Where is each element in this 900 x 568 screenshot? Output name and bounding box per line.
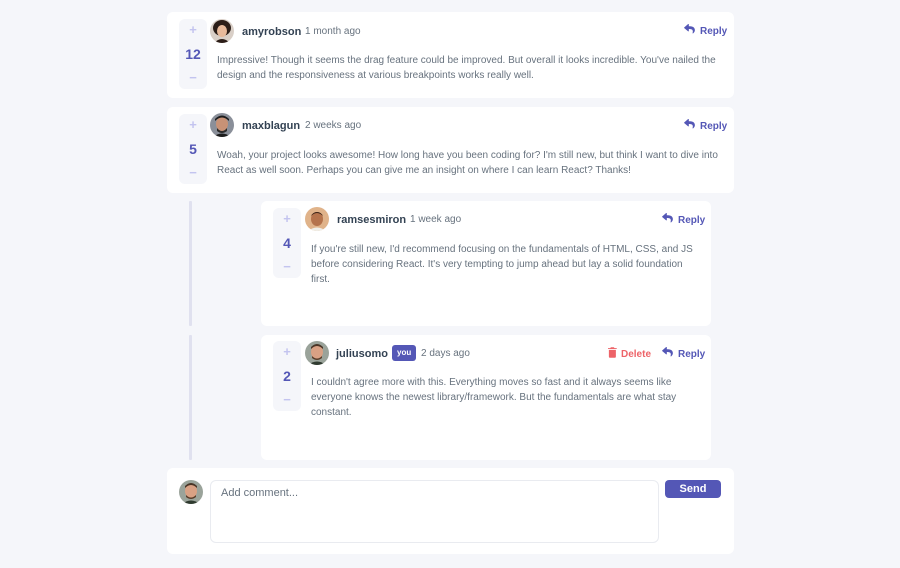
current-user-avatar <box>179 480 203 504</box>
comment-text: If you're still new, I'd recommend focus… <box>311 244 693 285</box>
thread-line <box>189 201 192 326</box>
username[interactable]: maxblagun <box>242 119 300 133</box>
username[interactable]: amyrobson <box>242 25 301 39</box>
reply-label: Reply <box>700 25 728 37</box>
timestamp: 2 days ago <box>421 348 470 359</box>
reply-label: Reply <box>678 348 706 360</box>
vote-widget: + 5 − <box>179 114 207 184</box>
reply-button[interactable]: Reply <box>662 347 705 362</box>
send-button[interactable]: Send <box>665 480 721 498</box>
comment-text: Woah, your project looks awesome! How lo… <box>217 150 718 176</box>
you-badge: you <box>392 345 417 361</box>
reply-button[interactable]: Reply <box>684 24 727 39</box>
score: 2 <box>283 368 291 384</box>
reply-button[interactable]: Reply <box>684 119 727 134</box>
score: 12 <box>185 46 201 62</box>
vote-widget: + 12 − <box>179 19 207 89</box>
comment-text: I couldn't agree more with this. Everyth… <box>311 377 677 418</box>
upvote-button[interactable]: + <box>189 118 197 132</box>
reply-icon <box>662 347 673 362</box>
upvote-button[interactable]: + <box>283 345 291 359</box>
avatar <box>305 341 329 365</box>
downvote-button[interactable]: − <box>283 393 291 407</box>
username[interactable]: juliusomo <box>336 347 388 361</box>
timestamp: 1 month ago <box>305 26 361 37</box>
score: 4 <box>283 235 291 251</box>
reply-icon <box>684 119 695 134</box>
reply-button[interactable]: Reply <box>662 213 705 228</box>
reply-label: Reply <box>700 120 728 132</box>
delete-label: Delete <box>621 349 652 360</box>
reply-icon <box>684 24 695 39</box>
downvote-button[interactable]: − <box>283 260 291 274</box>
avatar <box>210 113 234 137</box>
downvote-button[interactable]: − <box>189 71 197 85</box>
delete-button[interactable]: Delete <box>608 347 651 363</box>
comment-text: Impressive! Though it seems the drag fea… <box>217 55 716 81</box>
trash-icon <box>608 347 617 363</box>
upvote-button[interactable]: + <box>283 212 291 226</box>
timestamp: 2 weeks ago <box>305 120 362 131</box>
timestamp: 1 week ago <box>410 214 462 225</box>
avatar <box>305 207 329 231</box>
add-comment-input[interactable] <box>210 480 659 543</box>
vote-widget: + 2 − <box>273 341 301 411</box>
score: 5 <box>189 141 197 157</box>
reply-label: Reply <box>678 214 706 226</box>
reply-icon <box>662 213 673 228</box>
upvote-button[interactable]: + <box>189 23 197 37</box>
username[interactable]: ramsesmiron <box>337 213 406 227</box>
vote-widget: + 4 − <box>273 208 301 278</box>
avatar <box>210 19 234 43</box>
downvote-button[interactable]: − <box>189 166 197 180</box>
thread-line <box>189 335 192 460</box>
